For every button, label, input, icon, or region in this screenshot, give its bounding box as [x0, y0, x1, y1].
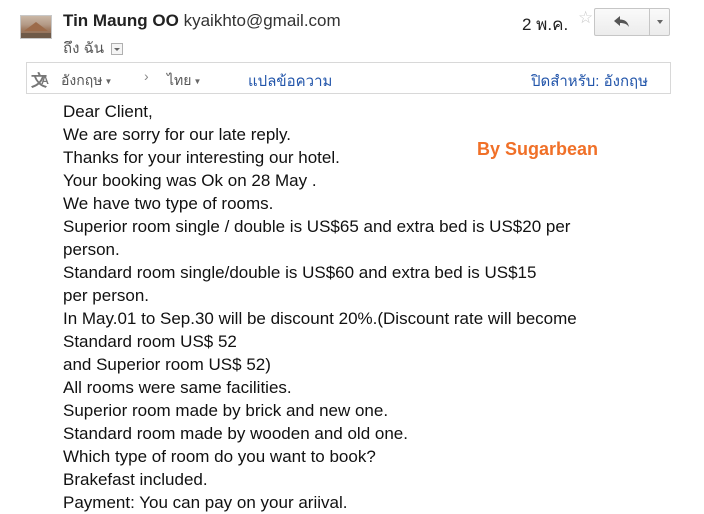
turn-off-translation-link[interactable]: ปิดสำหรับ: อังกฤษ [531, 69, 648, 93]
more-actions-chevron-down-icon[interactable] [650, 9, 670, 35]
message-line: Standard room made by wooden and old one… [63, 424, 408, 443]
message-body: Dear Client, We are sorry for our late r… [63, 100, 683, 514]
translate-icon: 文 A [31, 73, 49, 90]
target-language-label: ไทย [167, 72, 192, 88]
message-line: per person. [63, 286, 149, 305]
recipient-line: ถึง ฉัน [63, 36, 124, 60]
source-language-label: อังกฤษ [61, 72, 103, 88]
message-line: Your booking was Ok on 28 May . [63, 171, 317, 190]
avatar-ground-shape [21, 33, 51, 38]
message-line: Which type of room do you want to book? [63, 447, 376, 466]
message-line: Superior room made by brick and new one. [63, 401, 389, 420]
recipient-label: ถึง ฉัน [63, 40, 105, 57]
sender-avatar[interactable] [20, 15, 52, 39]
message-line: and Superior room US$ 52) [63, 355, 271, 374]
target-language-dropdown[interactable]: ไทย ▼ [167, 70, 201, 92]
message-line: In May.01 to Sep.30 will be discount 20%… [63, 309, 577, 328]
reply-button-group [594, 8, 670, 36]
star-icon[interactable]: ☆ [578, 8, 593, 28]
reply-button[interactable] [595, 9, 649, 35]
message-date[interactable]: 2 พ.ค. [522, 11, 568, 38]
message-line: We have two type of rooms. [63, 194, 274, 213]
caret-down-icon: ▼ [104, 76, 113, 86]
translate-bar: 文 A อังกฤษ ▼ › ไทย ▼ แปลข้อความ ปิดสำหรับ:… [26, 62, 671, 94]
show-details-dropdown-icon[interactable] [111, 43, 124, 56]
sender-name[interactable]: Tin Maung OO [63, 11, 179, 30]
message-line: Brakefast included. [63, 470, 208, 489]
caret-down-icon: ▼ [193, 76, 202, 86]
watermark-text: By Sugarbean [477, 139, 599, 159]
translate-message-link[interactable]: แปลข้อความ [248, 69, 332, 93]
message-line: Standard room single/double is US$60 and… [63, 263, 537, 282]
reply-arrow-icon [614, 16, 629, 27]
sender-info: Tin Maung OO kyaikhto@gmail.com [63, 11, 341, 31]
avatar-roof-shape [24, 22, 48, 31]
sender-email: kyaikhto@gmail.com [183, 11, 341, 30]
message-line: Standard room US$ 52 [63, 332, 237, 351]
message-line: Superior room single / double is US$65 a… [63, 217, 571, 236]
message-line: person. [63, 240, 120, 259]
source-language-dropdown[interactable]: อังกฤษ ▼ [61, 70, 112, 92]
message-line: All rooms were same facilities. [63, 378, 292, 397]
message-line: Dear Client, [63, 102, 153, 121]
message-header: Tin Maung OO kyaikhto@gmail.com ถึง ฉัน … [0, 0, 704, 60]
message-line: Payment: You can pay on your ariival. [63, 493, 348, 512]
chevron-right-icon: › [144, 68, 149, 84]
